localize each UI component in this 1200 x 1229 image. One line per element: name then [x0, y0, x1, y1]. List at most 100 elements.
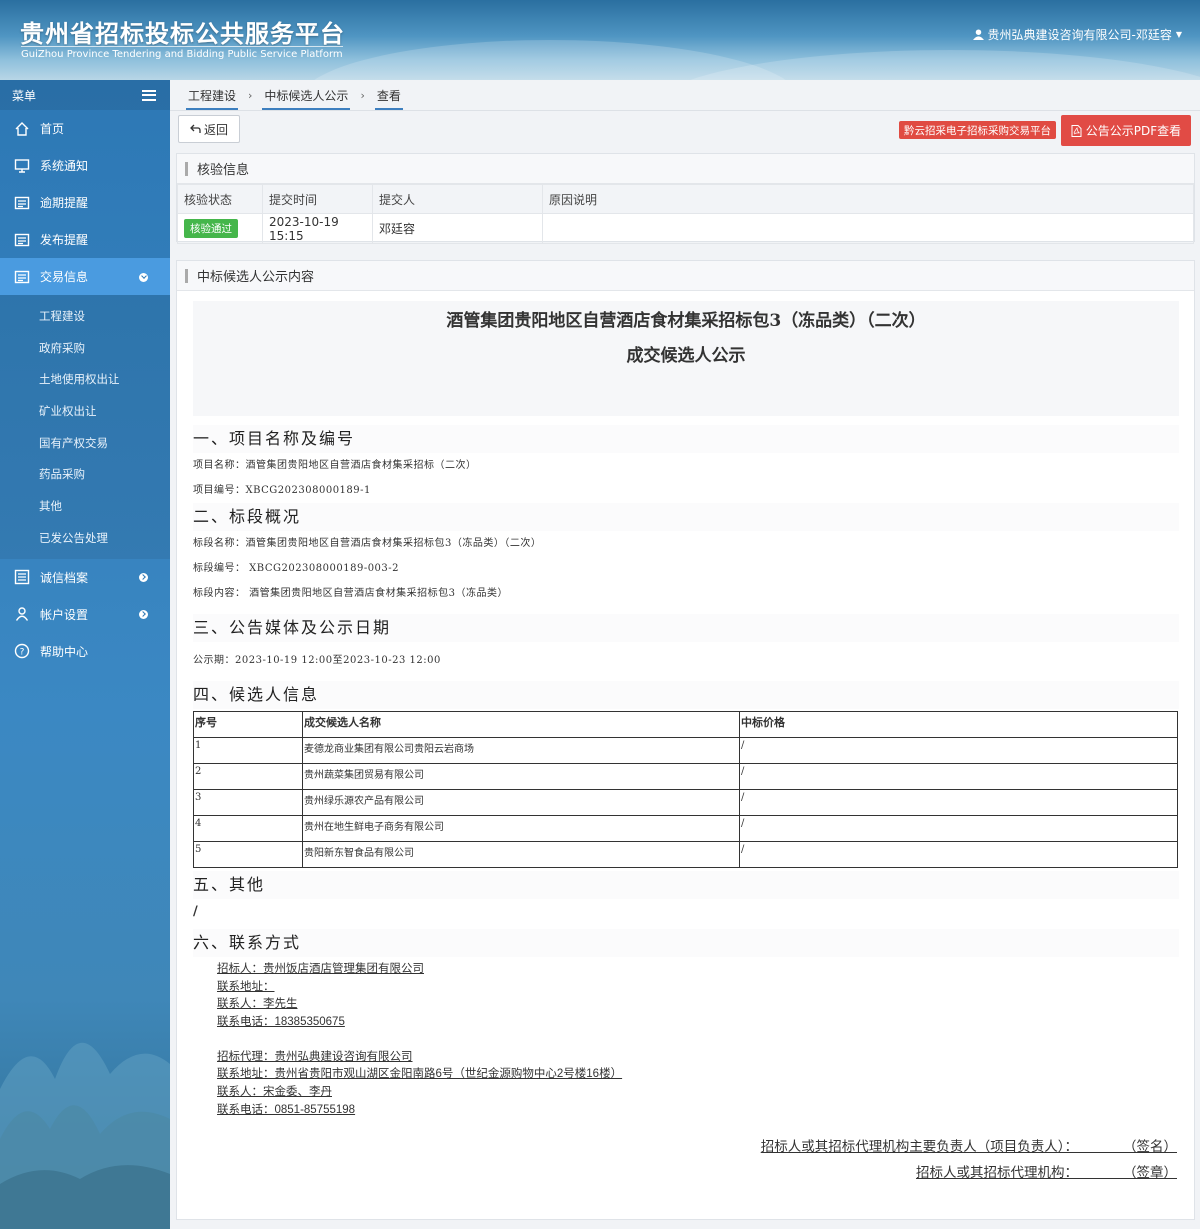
sidebar-item-label: 诚信档案: [40, 570, 89, 585]
sidebar-subitem-gov-procurement[interactable]: 政府采购: [0, 332, 170, 364]
table-header-row: 序号 成交候选人名称 中标价格: [193, 711, 1178, 738]
help-icon: ?: [14, 643, 30, 659]
sidebar-item-trade[interactable]: 交易信息: [0, 258, 170, 295]
user-menu[interactable]: 贵州弘典建设咨询有限公司-邓廷容 ▼: [972, 26, 1182, 43]
user-name: 贵州弘典建设咨询有限公司-邓廷容: [987, 28, 1172, 42]
contact-text: 联系地址：: [217, 980, 275, 993]
sidebar-item-label: 系统通知: [40, 159, 89, 173]
sidebar: 菜单 首页 系统通知 逾期提醒 发布提醒 交易信息 工程建设 政府采购 土地使用…: [0, 80, 170, 1229]
monitor-icon: [14, 158, 30, 174]
verify-panel-title: 核验信息: [177, 154, 1194, 184]
contact-line: 联系地址：贵州省贵阳市观山湖区金阳南路6号（世纪金源购物中心2号楼16楼）: [217, 1066, 1179, 1084]
col-header: 原因说明: [542, 184, 1194, 214]
toolbar: 返回 黔云招采电子招标采购交易平台 公告公示PDF查看: [170, 110, 1200, 148]
chevron-right-icon: [139, 573, 148, 582]
cand-name: 贵州蔬菜集团贸易有限公司: [302, 763, 740, 790]
breadcrumb-item[interactable]: 中标候选人公示: [252, 80, 360, 110]
contact-line: 联系人：宋金委、李丹: [217, 1084, 1179, 1102]
cand-name: 贵州在地生鲜电子商务有限公司: [302, 815, 740, 842]
sidebar-item-overdue[interactable]: 逾期提醒: [0, 184, 170, 221]
reason-cell: [542, 213, 1194, 244]
table-row: 3 贵州绿乐源农产品有限公司 /: [193, 789, 1178, 816]
chevron-right-icon: [139, 610, 148, 619]
col-header: 成交候选人名称: [302, 711, 740, 738]
list-icon: [14, 195, 30, 211]
sidebar-item-label: 发布提醒: [40, 233, 89, 247]
col-header: 序号: [193, 711, 303, 738]
verify-panel: 核验信息 核验状态 提交时间 提交人 原因说明 核验通过 2023-10-19 …: [176, 153, 1195, 244]
sidebar-subitem-drug[interactable]: 药品采购: [0, 458, 170, 490]
site-subtitle: GuiZhou Province Tendering and Bidding P…: [21, 46, 343, 60]
contact-text: 联系电话：0851-85755198: [217, 1103, 356, 1116]
breadcrumb-current: 查看: [365, 80, 413, 110]
table-header-row: 核验状态 提交时间 提交人 原因说明: [177, 184, 1194, 214]
sidebar-subitem-other[interactable]: 其他: [0, 490, 170, 522]
sidebar-item-help[interactable]: ? 帮助中心: [0, 633, 170, 670]
doc-title: 酒管集团贵阳地区自营酒店食材集采招标包3（冻品类）（二次）: [446, 311, 926, 331]
contact-line: 招标人：贵州饭店酒店管理集团有限公司: [217, 961, 1179, 979]
contact-line: 联系电话：0851-85755198: [217, 1102, 1179, 1120]
user-icon: [14, 606, 30, 622]
user-icon: [972, 29, 984, 40]
home-icon: [14, 121, 30, 137]
contact-text: 联系电话：18385350675: [217, 1016, 345, 1029]
signature-text: 招标人或其招标代理机构主要负责人（项目负责人）： （签名）: [760, 1138, 1177, 1154]
sidebar-item-label: 帮助中心: [40, 644, 89, 659]
table-row: 核验通过 2023-10-19 15:15 邓廷容: [177, 213, 1194, 244]
content-panel-title: 中标候选人公示内容: [177, 261, 1194, 291]
pdf-file-icon: [1071, 124, 1082, 137]
status-badge: 核验通过: [184, 219, 238, 238]
section-title: 一、项目名称及编号: [193, 425, 1179, 453]
contact-block-tenderer: 招标人：贵州饭店酒店管理集团有限公司 联系地址： 联系人：李先生 联系电话：18…: [193, 961, 1179, 1032]
back-button[interactable]: 返回: [178, 115, 240, 143]
sidebar-subitem-state-asset[interactable]: 国有产权交易: [0, 427, 170, 459]
pdf-view-button[interactable]: 公告公示PDF查看: [1061, 115, 1191, 146]
sidebar-subitem-processed[interactable]: 已发公告处理: [0, 522, 170, 554]
breadcrumb: 工程建设 › 中标候选人公示 › 查看: [176, 80, 413, 110]
hamburger-icon[interactable]: [142, 89, 156, 101]
col-header: 提交时间: [262, 184, 373, 214]
contact-text: 联系人：宋金委、李丹: [217, 1086, 332, 1099]
signature-line: 招标人或其招标代理机构： （签章）: [193, 1160, 1177, 1186]
signature-line: 招标人或其招标代理机构主要负责人（项目负责人）： （签名）: [193, 1134, 1177, 1160]
table-row: 1 麦德龙商业集团有限公司贵阳云岩商场 /: [193, 737, 1178, 764]
contact-block-agent: 招标代理：贵州弘典建设咨询有限公司 联系地址：贵州省贵阳市观山湖区金阳南路6号（…: [193, 1049, 1179, 1120]
sidebar-item-label: 交易信息: [40, 270, 89, 284]
contact-text: 联系地址：贵州省贵阳市观山湖区金阳南路6号（世纪金源购物中心2号楼16楼）: [217, 1068, 623, 1081]
sidebar-item-account[interactable]: 帐户设置: [0, 596, 170, 633]
platform-badge[interactable]: 黔云招采电子招标采购交易平台: [899, 121, 1056, 139]
signature-text: 招标人或其招标代理机构： （签章）: [915, 1164, 1177, 1180]
cand-no: 4: [193, 815, 303, 842]
breadcrumb-item[interactable]: 工程建设: [176, 80, 248, 110]
main-content: 工程建设 › 中标候选人公示 › 查看 返回 黔云招采电子招标采购交易平台 公告…: [170, 80, 1200, 1229]
announcement-document: 酒管集团贵阳地区自营酒店食材集采招标包3（冻品类）（二次） 成交候选人公示 一、…: [193, 301, 1179, 1186]
sidebar-subitem-engineering[interactable]: 工程建设: [0, 300, 170, 332]
section-title: 三、公告媒体及公示日期: [193, 614, 1179, 642]
cand-price: /: [739, 763, 1178, 790]
sidebar-item-label: 帐户设置: [40, 607, 89, 622]
table-row: 4 贵州在地生鲜电子商务有限公司 /: [193, 815, 1178, 842]
contact-text: 招标代理：贵州弘典建设咨询有限公司: [217, 1050, 413, 1063]
section-title: 六、联系方式: [193, 929, 1179, 957]
signature-block: 招标人或其招标代理机构主要负责人（项目负责人）： （签名） 招标人或其招标代理机…: [193, 1134, 1179, 1186]
list-icon: [14, 232, 30, 248]
back-arrow-icon: [190, 124, 201, 133]
cand-no: 5: [193, 841, 303, 868]
doc-line: 标段编号： XBCG202308000189-003-2: [193, 563, 400, 574]
sidebar-item-credit[interactable]: 诚信档案: [0, 559, 170, 596]
col-header: 提交人: [372, 184, 543, 214]
table-row: 5 贵阳新东智食品有限公司 /: [193, 841, 1178, 868]
sidebar-item-home[interactable]: 首页: [0, 110, 170, 147]
caret-down-icon: ▼: [1175, 30, 1182, 39]
status-cell: 核验通过: [177, 213, 263, 244]
sidebar-item-publish[interactable]: 发布提醒: [0, 221, 170, 258]
section-title: 五、其他: [193, 871, 1179, 899]
time-cell: 2023-10-19 15:15: [262, 213, 373, 244]
sidebar-subitem-land[interactable]: 土地使用权出让: [0, 363, 170, 395]
mountain-illustration: [0, 1042, 170, 1229]
doc-line: 公示期：2023-10-19 12:00至2023-10-23 12:00: [193, 655, 441, 666]
sidebar-subitem-mining[interactable]: 矿业权出让: [0, 395, 170, 427]
back-label: 返回: [203, 122, 228, 137]
sidebar-item-notice[interactable]: 系统通知: [0, 147, 170, 184]
contact-line: 招标代理：贵州弘典建设咨询有限公司: [217, 1049, 1179, 1067]
